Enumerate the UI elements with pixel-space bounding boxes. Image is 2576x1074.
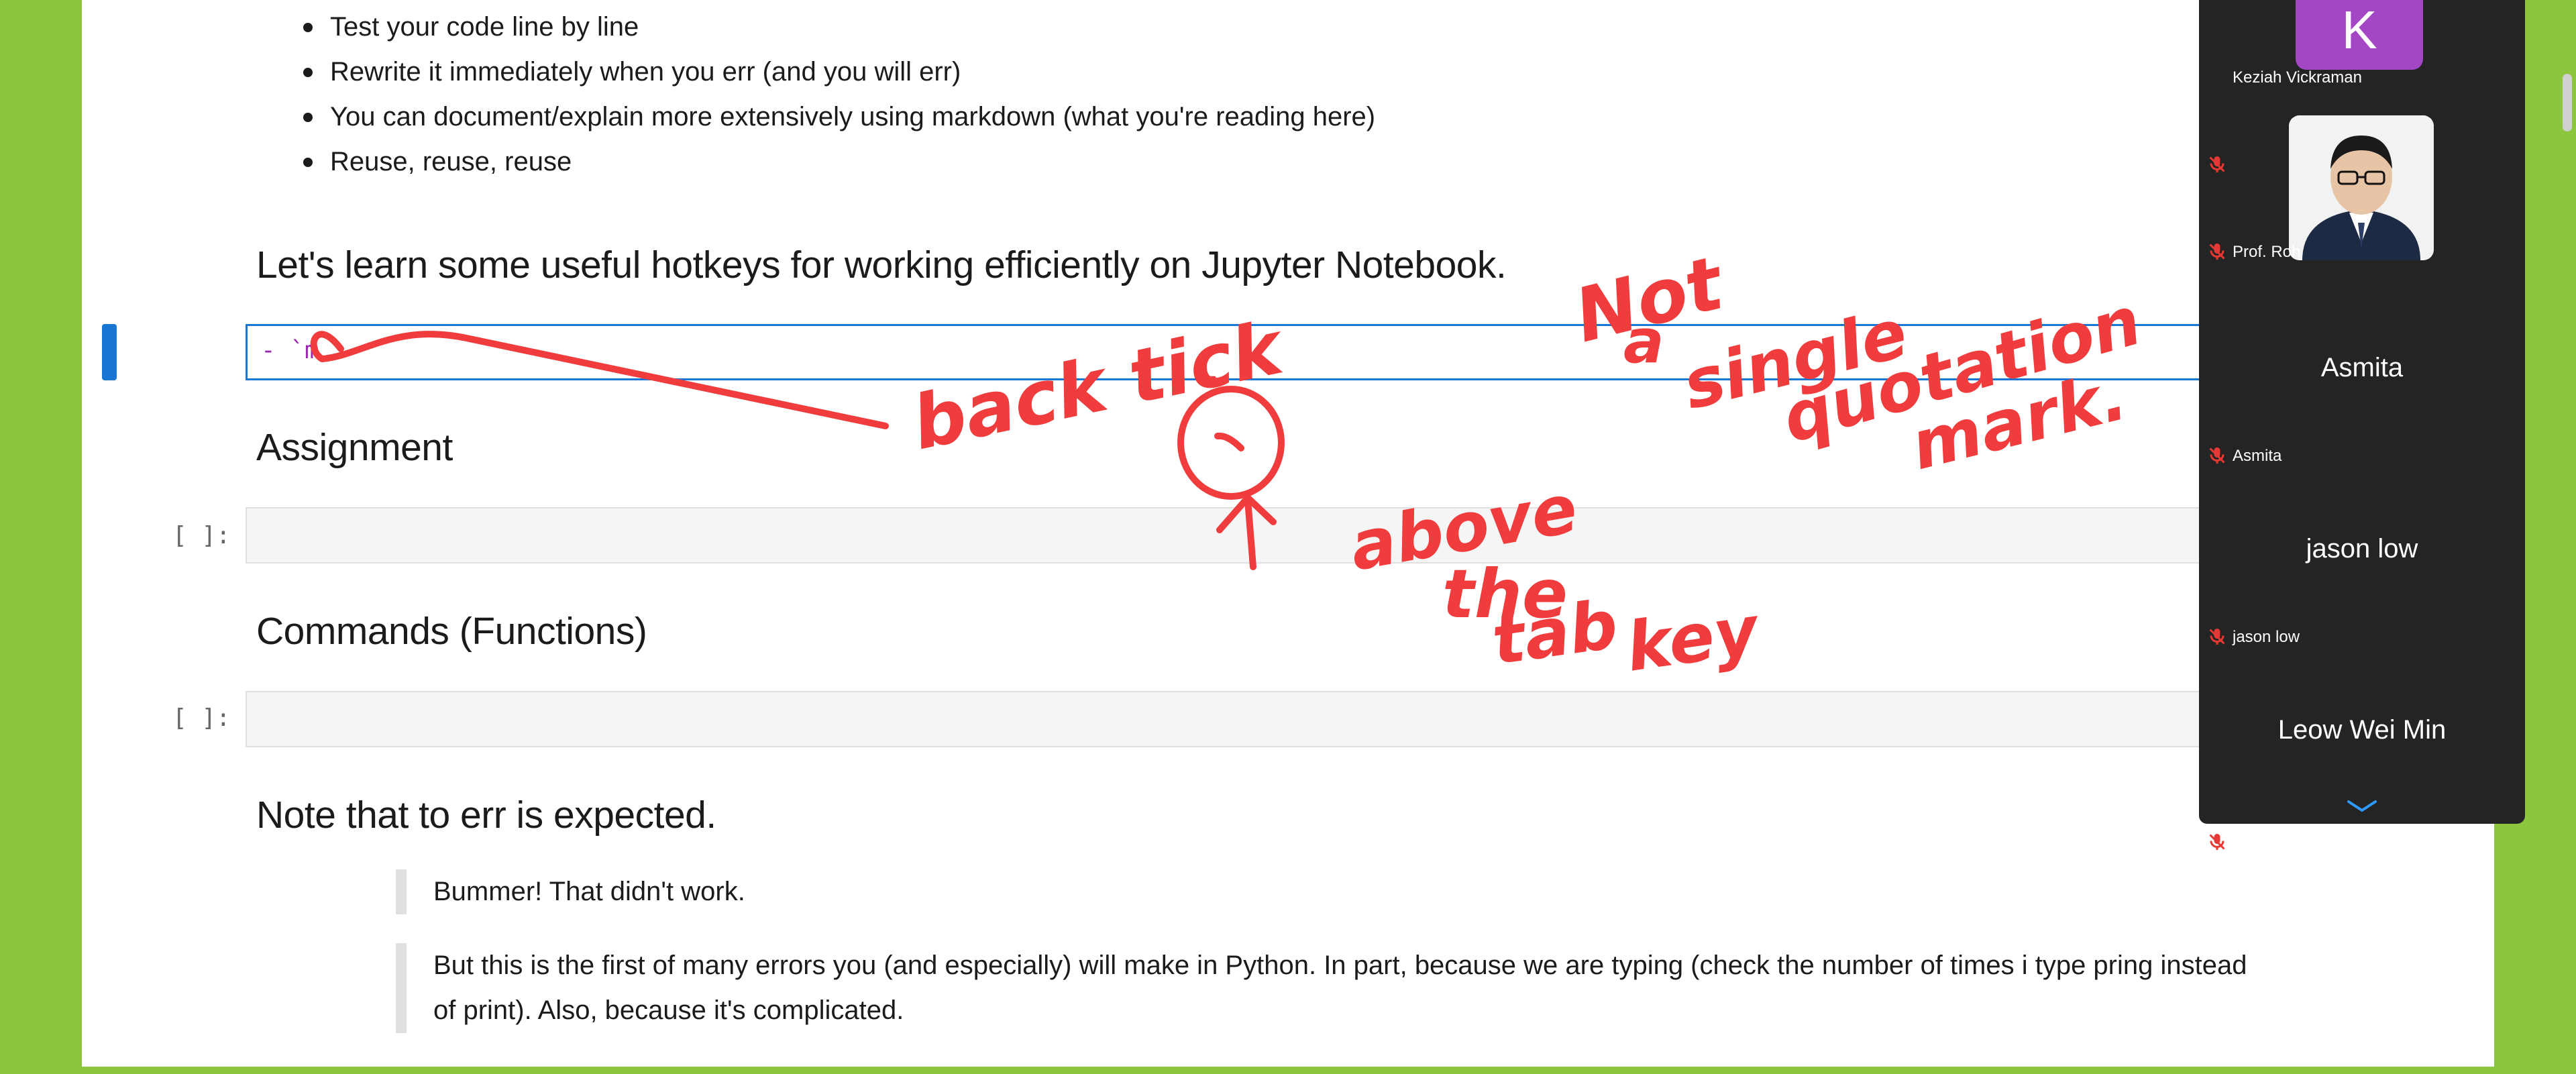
participant-tile[interactable]: Prof. Roh	[2199, 0, 2525, 261]
participant-name: Prof. Roh	[2233, 243, 2301, 261]
participant-display-name: jason low	[2306, 534, 2418, 563]
participant-tile[interactable]: jason low jason low	[2199, 459, 2525, 646]
participants-panel: K Keziah Vickraman Prof. Roh Asmita Asmi…	[2199, 0, 2525, 851]
participant-display-name: Leow Wei Min	[2277, 715, 2447, 745]
participant-name: Leow Wei Min	[2233, 833, 2334, 851]
pen-annotations: back tick ` above the tab key Not a sing…	[310, 239, 2149, 687]
backtick-symbol-label: `	[1201, 370, 1228, 432]
chevron-down-icon[interactable]	[2199, 785, 2525, 825]
up-arrow	[1216, 494, 1277, 570]
tab-label: tab	[1487, 585, 1622, 680]
a-label: a	[1623, 307, 1664, 377]
avatar	[2289, 115, 2434, 260]
mic-muted-icon	[2209, 834, 2225, 850]
participant-tile[interactable]: Asmita Asmita	[2199, 278, 2525, 465]
mic-muted-icon	[2209, 244, 2225, 260]
key-label: key	[1621, 590, 1765, 687]
backtick-mark	[1214, 432, 1244, 451]
arrow-stroke	[310, 331, 889, 429]
participant-display-name: Asmita	[2320, 353, 2404, 382]
